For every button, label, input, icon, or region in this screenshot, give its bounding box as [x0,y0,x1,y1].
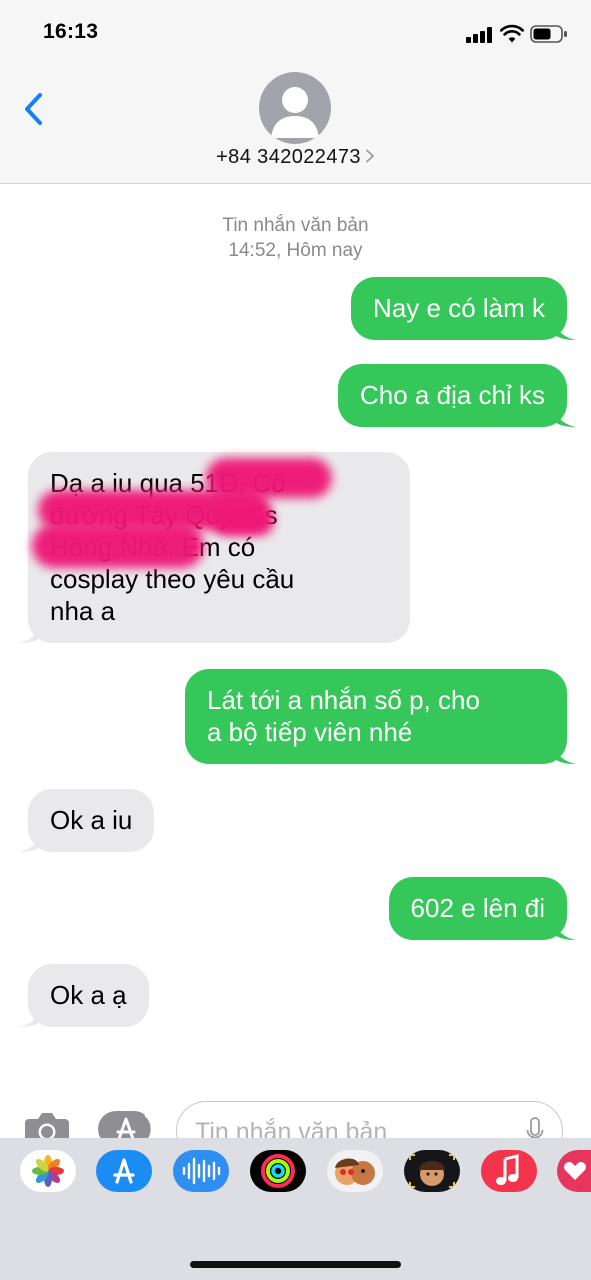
redaction-mark [212,506,274,536]
digital-touch-icon[interactable] [557,1150,591,1192]
bubble-tail [19,830,41,852]
service-label: Tin nhắn văn bản [222,215,369,236]
timestamp-label: 14:52, Hôm nay [228,240,363,261]
contact-avatar[interactable] [259,72,331,144]
message-line: Lát tới a nhắn số p, cho [207,685,480,715]
message-line: a bộ tiếp viên nhé [207,717,413,747]
app-store-icon[interactable] [96,1150,152,1192]
home-indicator[interactable] [190,1261,401,1268]
conversation-header: +84 342022473 [0,68,591,184]
redaction-mark [32,524,204,568]
message-text: 602 e lên đi [410,893,545,923]
bubble-tail [554,918,576,940]
contact-name: +84 342022473 [216,146,361,168]
photos-icon[interactable] [20,1150,76,1192]
chevron-right-icon [365,149,374,163]
memoji-stickers-icon[interactable] [327,1150,383,1192]
contact-name-button[interactable]: +84 342022473 [0,146,591,169]
bubble-tail [554,405,576,427]
animoji-icon[interactable] [404,1150,460,1192]
bubble-tail [554,318,576,340]
outgoing-message[interactable]: Cho a địa chỉ ks [338,364,576,427]
status-bar: 16:13 [0,0,591,68]
incoming-message[interactable]: Ok a iu [19,789,155,852]
outgoing-message[interactable]: 602 e lên đi [388,877,576,940]
bubble-tail [554,742,576,764]
bubble-tail [19,621,41,643]
conversation-timestamp: Tin nhắn văn bản 14:52, Hôm nay [0,213,591,263]
music-icon[interactable] [481,1150,537,1192]
incoming-message[interactable]: Ok a ạ [19,964,149,1027]
outgoing-message[interactable]: Lát tới a nhắn số p, cho a bộ tiếp viên … [185,669,576,764]
imessage-app-drawer [0,1138,591,1280]
status-time: 16:13 [43,20,99,43]
message-text: Ok a ạ [50,980,127,1010]
battery-icon [530,25,567,43]
back-chevron-icon[interactable] [20,90,48,128]
wifi-icon [500,24,524,43]
audio-message-icon[interactable] [173,1150,229,1192]
cellular-signal-icon [466,27,492,43]
message-line: nha a [50,596,116,626]
message-text: Nay e có làm k [373,293,545,323]
person-silhouette-icon [271,87,319,138]
message-text: Cho a địa chỉ ks [360,380,545,410]
bubble-tail [19,1005,41,1027]
outgoing-message[interactable]: Nay e có làm k [351,277,576,340]
message-text: Ok a iu [50,805,133,835]
activity-icon[interactable] [250,1150,306,1192]
